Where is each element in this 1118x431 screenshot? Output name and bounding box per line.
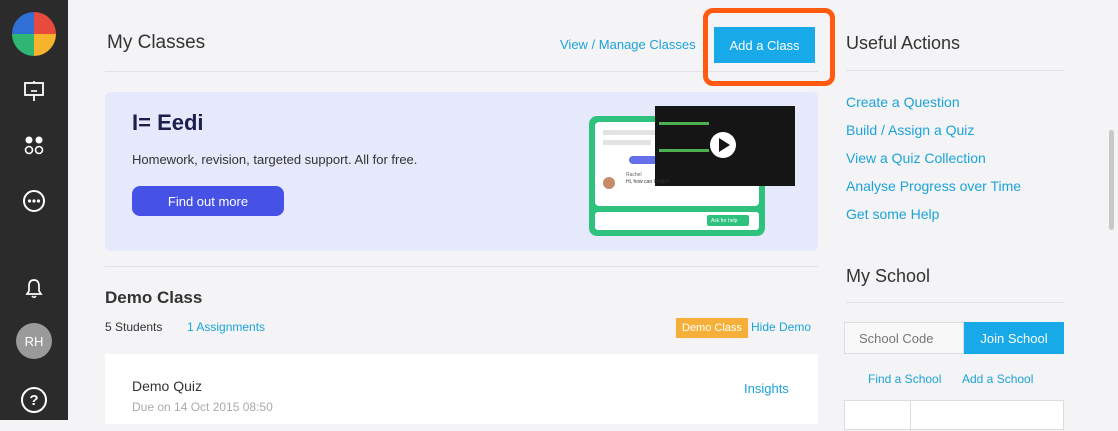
my-school-divider xyxy=(846,302,1064,303)
sidebar: RH ? xyxy=(0,0,68,420)
hide-demo-link[interactable]: Hide Demo xyxy=(751,320,811,334)
assignments-link[interactable]: 1 Assignments xyxy=(187,320,265,334)
eedi-logo: I= Eedi xyxy=(132,110,204,135)
notification-icon xyxy=(25,279,43,299)
quiz-due-date: Due on 14 Oct 2015 08:50 xyxy=(132,400,273,414)
promo-illustration: Rachel Hi, how can I help? Ask for help xyxy=(589,104,799,238)
bell-icon[interactable] xyxy=(0,275,68,303)
more-icon[interactable] xyxy=(0,186,68,216)
quiz-card[interactable]: Demo Quiz Due on 14 Oct 2015 08:50 Insig… xyxy=(105,354,818,424)
school-table xyxy=(844,400,1064,431)
avatar-initials: RH xyxy=(16,323,52,359)
promo-chat-name: Rachel xyxy=(626,172,642,178)
page-title: My Classes xyxy=(107,32,206,53)
question-mark-icon: ? xyxy=(21,387,47,413)
help-icon[interactable]: ? xyxy=(0,385,68,415)
build-assign-quiz-link[interactable]: Build / Assign a Quiz xyxy=(846,122,1021,150)
view-manage-classes-link[interactable]: View / Manage Classes xyxy=(560,37,696,52)
scrollbar-thumb[interactable] xyxy=(1109,130,1114,230)
useful-actions-list: Create a Question Build / Assign a Quiz … xyxy=(846,94,1021,234)
highlight-annotation xyxy=(703,8,835,86)
promo-chat-message: Hi, how can I help? xyxy=(626,179,669,185)
student-count: 5 Students xyxy=(105,320,163,334)
find-school-link[interactable]: Find a School xyxy=(868,372,941,386)
board-icon xyxy=(24,81,44,101)
user-avatar[interactable]: RH xyxy=(0,322,68,360)
analyse-progress-link[interactable]: Analyse Progress over Time xyxy=(846,178,1021,206)
page-scrollbar[interactable] xyxy=(1106,0,1118,420)
apps-grid-icon[interactable] xyxy=(0,130,68,160)
demo-class-badge: Demo Class xyxy=(676,318,748,338)
app-logo[interactable] xyxy=(0,6,68,62)
section-divider xyxy=(105,266,818,267)
school-table-cell xyxy=(845,401,911,431)
create-question-link[interactable]: Create a Question xyxy=(846,94,1021,122)
right-panel: Useful Actions Create a Question Build /… xyxy=(844,0,1066,431)
logo-icon xyxy=(12,12,56,56)
add-school-link[interactable]: Add a School xyxy=(962,372,1033,386)
ellipsis-circle-icon xyxy=(23,190,45,212)
grid-icon xyxy=(24,136,44,155)
view-quiz-collection-link[interactable]: View a Quiz Collection xyxy=(846,150,1021,178)
useful-actions-divider xyxy=(846,70,1064,71)
banner-text: Homework, revision, targeted support. Al… xyxy=(132,152,418,167)
get-help-link[interactable]: Get some Help xyxy=(846,206,1021,234)
eedi-banner: I= Eedi Homework, revision, targeted sup… xyxy=(105,92,818,251)
quiz-title: Demo Quiz xyxy=(132,378,203,394)
presentation-icon[interactable] xyxy=(0,76,68,106)
insights-link[interactable]: Insights xyxy=(744,381,789,396)
find-out-more-button[interactable]: Find out more xyxy=(132,186,284,216)
useful-actions-title: Useful Actions xyxy=(846,33,961,53)
class-title: Demo Class xyxy=(105,288,203,307)
school-code-input[interactable] xyxy=(844,322,964,354)
promo-ask-button: Ask for help xyxy=(711,218,738,224)
join-school-button[interactable]: Join School xyxy=(964,322,1064,354)
my-school-title: My School xyxy=(846,266,931,286)
